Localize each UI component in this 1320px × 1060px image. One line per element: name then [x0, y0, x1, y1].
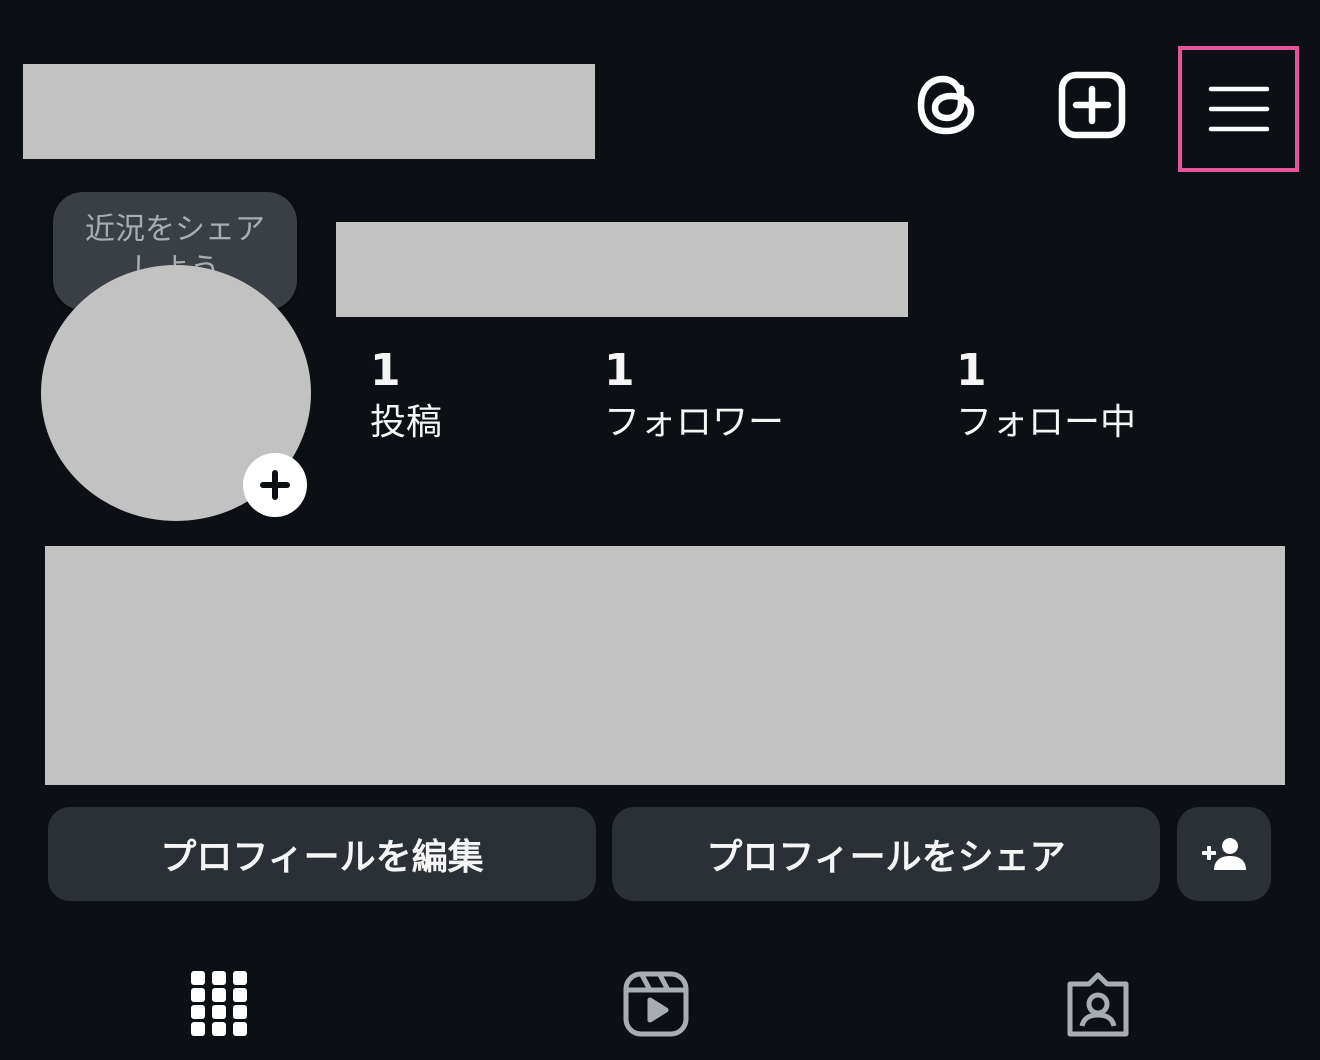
following-label: フォロー中 — [956, 402, 1137, 443]
edit-profile-label: プロフィールを編集 — [160, 837, 484, 878]
hamburger-menu-icon — [1208, 86, 1269, 132]
stat-following[interactable]: 1 フォロー中 — [956, 345, 1136, 449]
following-count: 1 — [956, 345, 987, 396]
edit-profile-button[interactable]: プロフィールを編集 — [48, 807, 596, 901]
bio-redacted — [45, 546, 1285, 785]
followers-label: フォロワー — [604, 402, 785, 443]
username-redacted — [23, 64, 595, 159]
avatar-add-button[interactable] — [243, 453, 307, 517]
tagged-icon — [1067, 972, 1129, 1037]
new-post-icon[interactable] — [1056, 70, 1128, 140]
share-profile-button[interactable]: プロフィールをシェア — [612, 807, 1160, 901]
reels-icon — [623, 971, 689, 1037]
tab-grid[interactable] — [183, 968, 255, 1040]
tab-reels[interactable] — [620, 968, 692, 1040]
stat-posts[interactable]: 1 投稿 — [370, 345, 442, 449]
profile-page: 近況をシェア しよう 1 投稿 1 フォロワー 1 フォロー中 プロフィールを編… — [0, 0, 1320, 1060]
posts-count: 1 — [370, 345, 401, 396]
hamburger-menu-button[interactable] — [1178, 46, 1299, 172]
stat-followers[interactable]: 1 フォロワー — [604, 345, 784, 449]
add-person-icon — [1202, 838, 1246, 870]
posts-label: 投稿 — [370, 402, 443, 443]
plus-icon — [260, 470, 290, 500]
share-profile-label: プロフィールをシェア — [706, 837, 1066, 878]
tab-tagged[interactable] — [1062, 968, 1134, 1040]
discover-people-button[interactable] — [1177, 807, 1271, 901]
threads-icon[interactable] — [912, 70, 982, 140]
fullname-redacted — [336, 222, 908, 317]
followers-count: 1 — [604, 345, 635, 396]
grid-icon — [191, 971, 247, 1036]
